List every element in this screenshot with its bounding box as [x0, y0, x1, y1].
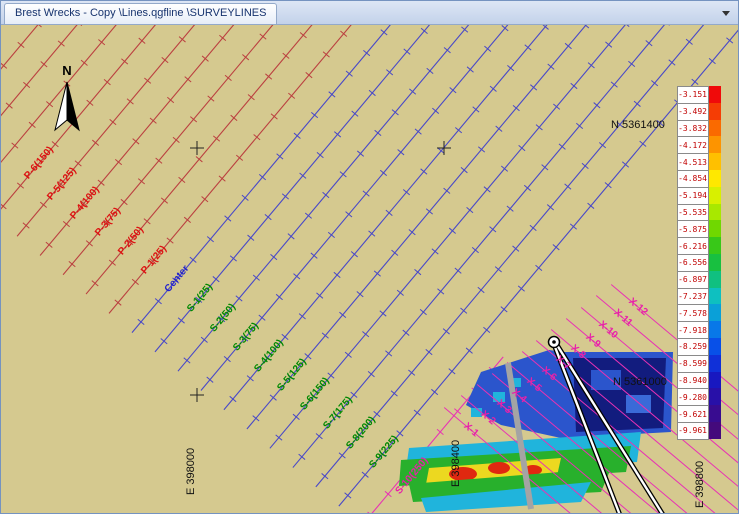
grid-label-east-2: E 398400 [450, 440, 462, 487]
map-viewport[interactable]: N 5361400 N 5361000 E 398000 E 398400 E … [1, 25, 738, 513]
legend-row: -6.897 [677, 271, 721, 288]
legend-value: -4.513 [677, 153, 709, 171]
vessel-position-dot [552, 340, 556, 344]
map-canvas[interactable]: N 5361400 N 5361000 E 398000 E 398400 E … [1, 25, 738, 513]
legend-value: -8.599 [677, 355, 709, 373]
legend-row: -4.172 [677, 136, 721, 153]
legend-color-swatch [709, 321, 721, 338]
legend-value: -4.172 [677, 136, 709, 154]
legend-value: -9.280 [677, 388, 709, 406]
depth-color-legend: -3.151-3.492-3.832-4.172-4.513-4.854-5.1… [677, 86, 721, 439]
legend-color-swatch [709, 220, 721, 237]
survey-line [109, 25, 738, 313]
legend-row: -6.216 [677, 237, 721, 254]
survey-line [17, 25, 673, 236]
legend-value: -6.556 [677, 254, 709, 272]
legend-row: -4.854 [677, 170, 721, 187]
legend-value: -7.918 [677, 321, 709, 339]
legend-row: -3.151 [677, 86, 721, 103]
legend-color-swatch [709, 136, 721, 153]
app-window: Brest Wrecks - Copy \Lines.qgfline \SURV… [0, 0, 739, 514]
legend-value: -3.151 [677, 86, 709, 104]
legend-color-swatch [709, 103, 721, 120]
legend-row: -8.940 [677, 372, 721, 389]
legend-row: -9.280 [677, 388, 721, 405]
legend-row: -4.513 [677, 153, 721, 170]
legend-value: -3.832 [677, 120, 709, 138]
legend-row: -3.492 [677, 103, 721, 120]
legend-color-swatch [709, 271, 721, 288]
legend-color-swatch [709, 288, 721, 305]
legend-color-swatch [709, 355, 721, 372]
north-letter: N [49, 63, 85, 78]
legend-value: -8.259 [677, 338, 709, 356]
tab-list-dropdown-icon[interactable] [722, 11, 730, 16]
north-arrow-icon [49, 78, 85, 134]
legend-value: -3.492 [677, 103, 709, 121]
survey-line [1, 25, 581, 159]
legend-row: -8.599 [677, 355, 721, 372]
legend-value: -9.961 [677, 422, 709, 440]
survey-line [1, 25, 627, 198]
legend-row: -9.961 [677, 422, 721, 439]
legend-row: -5.875 [677, 220, 721, 237]
swath-patch [488, 462, 510, 474]
legend-color-swatch [709, 153, 721, 170]
legend-value: -9.621 [677, 405, 709, 423]
legend-row: -3.832 [677, 120, 721, 137]
grid-label-north-1: N 5361400 [611, 119, 665, 131]
legend-value: -7.578 [677, 304, 709, 322]
tab-label: Brest Wrecks - Copy \Lines.qgfline \SURV… [15, 7, 266, 19]
survey-line [155, 25, 738, 352]
survey-line [178, 25, 738, 371]
grid-label-east-3: E 398800 [694, 461, 706, 508]
legend-row: -8.259 [677, 338, 721, 355]
legend-color-swatch [709, 120, 721, 137]
legend-color-swatch [709, 204, 721, 221]
legend-color-swatch [709, 405, 721, 422]
legend-row: -5.194 [677, 187, 721, 204]
survey-line [63, 25, 719, 275]
legend-color-swatch [709, 187, 721, 204]
legend-value: -6.216 [677, 237, 709, 255]
legend-color-swatch [709, 372, 721, 389]
legend-row: -7.237 [677, 288, 721, 305]
legend-value: -8.940 [677, 372, 709, 390]
legend-row: -7.578 [677, 304, 721, 321]
north-arrow: N [49, 63, 85, 139]
legend-color-swatch [709, 237, 721, 254]
legend-color-swatch [709, 86, 721, 103]
sonar-coverage-swath [399, 350, 673, 512]
legend-row: -5.535 [677, 204, 721, 221]
legend-row: -6.556 [677, 254, 721, 271]
legend-value: -7.237 [677, 288, 709, 306]
legend-row: -7.918 [677, 321, 721, 338]
legend-value: -4.854 [677, 170, 709, 188]
survey-line [40, 25, 696, 256]
legend-color-swatch [709, 388, 721, 405]
legend-color-swatch [709, 338, 721, 355]
legend-value: -5.535 [677, 204, 709, 222]
legend-value: -5.875 [677, 220, 709, 238]
legend-row: -9.621 [677, 405, 721, 422]
tab-strip: Brest Wrecks - Copy \Lines.qgfline \SURV… [1, 1, 738, 25]
legend-value: -5.194 [677, 187, 709, 205]
tab-surveylines[interactable]: Brest Wrecks - Copy \Lines.qgfline \SURV… [4, 3, 277, 24]
survey-line [86, 25, 738, 294]
legend-value: -6.897 [677, 271, 709, 289]
legend-color-swatch [709, 304, 721, 321]
legend-color-swatch [709, 170, 721, 187]
grid-label-north-2: N 5361000 [613, 376, 667, 388]
legend-color-swatch [709, 254, 721, 271]
grid-label-east-1: E 398000 [185, 448, 197, 495]
legend-color-swatch [709, 422, 721, 439]
